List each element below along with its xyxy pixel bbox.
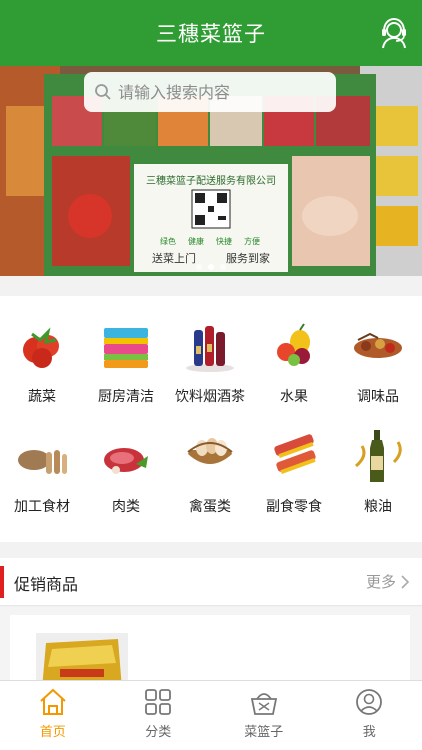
more-label: 更多 [365, 573, 396, 591]
promo-product-card[interactable] [10, 615, 410, 689]
category-label: 肉类 [112, 499, 140, 515]
tab-label: 分类 [145, 725, 172, 740]
more-link[interactable]: 更多 [366, 571, 410, 592]
category-vegetables[interactable]: 蔬菜 [0, 296, 84, 406]
carousel-dot[interactable] [196, 264, 202, 270]
promo-banner[interactable]: 三穗菜篮子配送服务有限公司 绿色 健康 快捷 方便 送菜上门 服务到家 [0, 66, 422, 276]
section-accent-bar [0, 566, 4, 598]
search-input[interactable] [118, 82, 318, 102]
category-fruit[interactable]: 水果 [252, 296, 336, 406]
svg-text:送菜上门: 送菜上门 [152, 251, 196, 265]
app-title: 三穗菜篮子 [156, 22, 266, 46]
drinks-icon [186, 326, 234, 372]
carousel-dot-active[interactable] [208, 264, 214, 270]
category-grid: 蔬菜 厨房清洁 饮料烟酒茶 水果 调味品 加工食材 肉类 禽蛋类 副食零食 粮油 [0, 296, 422, 542]
spices-icon [354, 332, 402, 358]
processed-food-icon [18, 450, 67, 474]
carousel-dot[interactable] [220, 264, 226, 270]
meat-icon [104, 448, 148, 474]
fruit-icon [277, 323, 310, 366]
tab-category[interactable]: 分类 [106, 681, 212, 750]
customer-service-icon[interactable] [380, 17, 408, 49]
home-icon [40, 688, 66, 715]
search-bar[interactable] [84, 72, 336, 112]
category-label: 蔬菜 [28, 389, 56, 405]
oil-icon [355, 430, 402, 482]
category-seasoning[interactable]: 调味品 [336, 296, 420, 406]
category-label: 粮油 [364, 499, 392, 515]
category-label: 调味品 [357, 389, 399, 405]
carousel-dots [0, 264, 422, 270]
svg-text:绿色: 绿色 [160, 236, 176, 246]
promo-section-header: 促销商品 更多 [0, 558, 422, 606]
snacks-icon [274, 434, 316, 475]
sponge-icon [104, 328, 148, 368]
category-label: 水果 [280, 389, 308, 405]
promo-title: 促销商品 [14, 575, 79, 594]
svg-text:服务到家: 服务到家 [226, 251, 270, 265]
grid-icon [145, 689, 172, 715]
chevron-right-icon [401, 574, 410, 589]
svg-text:方便: 方便 [244, 236, 260, 246]
tab-basket[interactable]: 菜篮子 [211, 681, 317, 750]
category-label: 禽蛋类 [189, 499, 231, 515]
tab-label: 菜篮子 [244, 725, 284, 740]
tab-me[interactable]: 我 [317, 681, 422, 750]
basket-icon [250, 693, 277, 715]
app-header: 三穗菜篮子 [0, 0, 422, 66]
svg-text:快捷: 快捷 [216, 236, 232, 246]
bottom-tab-bar: 首页 分类 菜篮子 我 [0, 680, 422, 750]
category-label: 厨房清洁 [98, 389, 154, 405]
category-label: 饮料烟酒茶 [175, 389, 245, 405]
tab-label: 我 [362, 725, 376, 740]
category-poultry-eggs[interactable]: 禽蛋类 [168, 406, 252, 516]
user-icon [356, 689, 383, 715]
category-label: 副食零食 [266, 499, 322, 515]
category-drinks[interactable]: 饮料烟酒茶 [168, 296, 252, 406]
category-snacks[interactable]: 副食零食 [252, 406, 336, 516]
promo-list [0, 607, 422, 689]
eggs-icon [187, 438, 233, 464]
category-kitchen-cleaning[interactable]: 厨房清洁 [84, 296, 168, 406]
tab-home[interactable]: 首页 [0, 681, 106, 750]
svg-text:健康: 健康 [188, 236, 204, 246]
vegetables-icon [23, 327, 59, 368]
category-label: 加工食材 [14, 499, 70, 515]
search-icon [95, 84, 111, 100]
category-meat[interactable]: 肉类 [84, 406, 168, 516]
tab-label: 首页 [39, 725, 66, 740]
banner-company: 三穗菜篮子配送服务有限公司 [146, 174, 276, 187]
category-processed-food[interactable]: 加工食材 [0, 406, 84, 516]
category-grain-oil[interactable]: 粮油 [336, 406, 420, 516]
